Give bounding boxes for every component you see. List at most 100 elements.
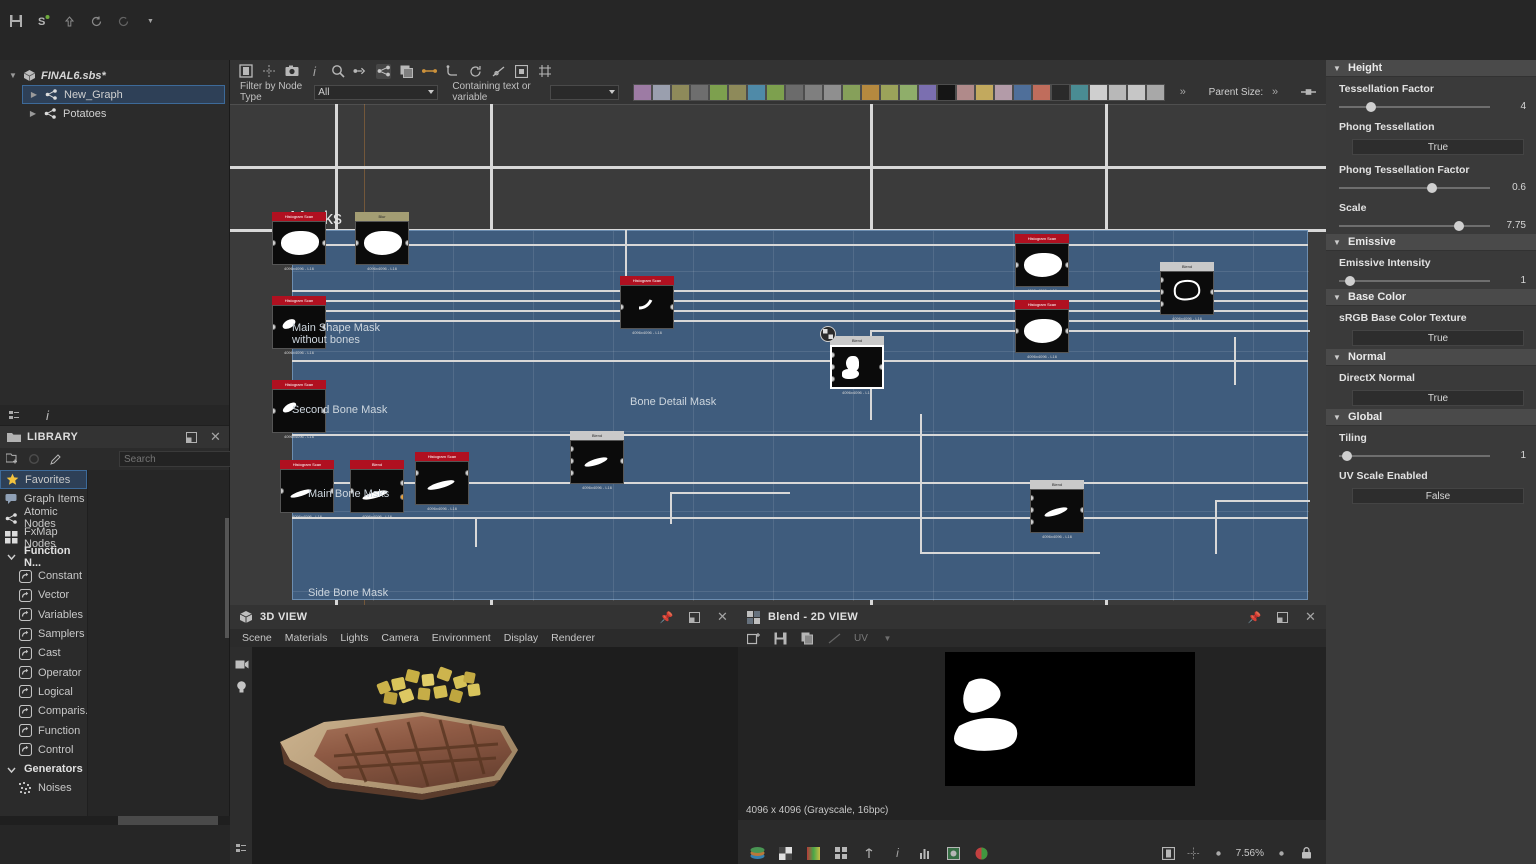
create-param-button[interactable] (1089, 84, 1108, 101)
function-graph-icon[interactable] (491, 64, 506, 79)
graph-node[interactable]: Histogram Scan 4096x4096 - L16 (620, 276, 674, 335)
rotate-icon[interactable] (468, 64, 483, 79)
view-2d-badge-icon[interactable] (820, 326, 836, 342)
node-input-pin[interactable] (570, 470, 574, 476)
node-input-pin[interactable] (415, 470, 419, 476)
edit-icon[interactable] (49, 452, 62, 467)
library-item-generators[interactable]: Generators (0, 759, 87, 778)
graph-node[interactable]: Blend 4096x4096 - L16 (1030, 480, 1084, 539)
property-slider[interactable]: 7.75 (1339, 220, 1526, 231)
slider-knob[interactable] (1427, 183, 1437, 193)
property-value[interactable]: 0.6 (1498, 182, 1526, 193)
frame-selection-icon[interactable] (238, 64, 253, 79)
slider-knob[interactable] (1454, 221, 1464, 231)
library-item-logical[interactable]: Logical (0, 682, 87, 701)
node-output-pin[interactable] (620, 458, 624, 464)
property-slider[interactable]: 0.6 (1339, 182, 1526, 193)
lock-icon[interactable] (1299, 846, 1314, 861)
pin-icon[interactable]: 📌 (1247, 610, 1262, 625)
create-curve-button[interactable] (709, 84, 728, 101)
node-output-pin[interactable] (400, 480, 404, 486)
substance-logo-icon[interactable]: S (35, 14, 50, 29)
zoom-level[interactable]: 7.56% (1236, 848, 1264, 859)
node-input-pin[interactable] (1030, 519, 1034, 525)
library-item-vector[interactable]: Vector (0, 586, 87, 605)
library-category-list[interactable]: FavoritesGraph ItemsAtomic NodesFxMap No… (0, 470, 87, 822)
new-category-icon[interactable] (6, 452, 19, 467)
menu-item-renderer[interactable]: Renderer (551, 632, 595, 644)
explorer-tab-icon[interactable] (7, 408, 22, 423)
maximize-icon[interactable] (687, 610, 702, 625)
chevron-down-icon[interactable]: ▼ (143, 14, 158, 29)
library-item-samplers[interactable]: Samplers (0, 624, 87, 643)
more-tools-icon[interactable]: » (1177, 85, 1189, 100)
node-input-pin[interactable] (355, 240, 359, 246)
pin-icon[interactable]: 📌 (659, 610, 674, 625)
slider-track[interactable] (1339, 106, 1490, 108)
property-value[interactable]: 1 (1498, 450, 1526, 461)
graph-node[interactable]: Blend 4096x4096 - L16 (570, 431, 624, 490)
search-icon[interactable] (330, 64, 345, 79)
menu-item-lights[interactable]: Lights (340, 632, 368, 644)
copy-icon[interactable] (800, 631, 815, 646)
close-icon[interactable]: ✕ (1303, 610, 1318, 625)
graph-node[interactable]: Histogram Scan 4096x4096 - L16 (1015, 234, 1069, 293)
node-output-pin[interactable] (670, 304, 674, 310)
align-grid-icon[interactable] (537, 64, 552, 79)
link-handles-icon[interactable] (1301, 85, 1316, 100)
create-fill-button[interactable] (1032, 84, 1051, 101)
node-output-pin[interactable] (879, 364, 884, 370)
tiling-icon[interactable] (834, 846, 849, 861)
library-item-comparis[interactable]: Comparis... (0, 702, 87, 721)
create-text-button[interactable] (994, 84, 1013, 101)
properties-panel[interactable]: ▼HeightTessellation Factor4Phong Tessell… (1326, 60, 1536, 864)
graph-frame-masks[interactable] (292, 230, 1308, 600)
library-results-area[interactable] (87, 470, 229, 822)
preview-icon[interactable] (514, 64, 529, 79)
node-output-pin[interactable] (1210, 289, 1214, 295)
node-input-pin[interactable] (830, 364, 835, 370)
slider-track[interactable] (1339, 225, 1490, 227)
layers-icon[interactable] (234, 841, 249, 856)
chevron-down-icon[interactable]: ▼ (1333, 64, 1342, 73)
graph-canvas[interactable]: Masks (230, 104, 1326, 605)
graph-node[interactable]: Histogram Scan 4096x4096 - L16 (1015, 300, 1069, 359)
node-input-pin[interactable] (570, 458, 574, 464)
zoom-reset-icon[interactable] (1211, 846, 1226, 861)
property-slider[interactable]: 4 (1339, 101, 1526, 112)
color-ramp-icon[interactable] (806, 846, 821, 861)
property-bool-toggle[interactable]: True (1352, 330, 1524, 346)
info-tab-icon[interactable]: i (40, 408, 55, 423)
link-creation-icon[interactable] (353, 64, 368, 79)
close-icon[interactable]: ✕ (208, 430, 223, 445)
close-icon[interactable]: ✕ (715, 610, 730, 625)
view-2d-viewport[interactable]: 4096 x 4096 (Grayscale, 16bpc) (738, 647, 1326, 820)
create-bitmap-button[interactable] (633, 84, 652, 101)
node-output-pin[interactable] (405, 240, 409, 246)
chevron-down-icon[interactable]: ▼ (880, 631, 895, 646)
menu-item-materials[interactable]: Materials (285, 632, 328, 644)
property-section-header[interactable]: ▼Height (1326, 60, 1536, 77)
pixel-info-icon[interactable] (862, 846, 877, 861)
create-frame-button[interactable] (1013, 84, 1032, 101)
graph-node[interactable]: Blend 4096x4096 - L16 (1160, 262, 1214, 321)
camera-icon[interactable] (234, 657, 249, 672)
library-item-operator[interactable]: Operator (0, 663, 87, 682)
package-row[interactable]: ▼ FINAL6.sbs* (0, 66, 229, 85)
duplicate-icon[interactable] (399, 64, 414, 79)
chevron-down-icon[interactable]: ▼ (1333, 413, 1342, 422)
node-input-pin[interactable] (272, 324, 276, 330)
create-function-button[interactable] (1051, 84, 1070, 101)
node-input-pin[interactable] (830, 376, 835, 382)
node-input-pin[interactable] (272, 408, 276, 414)
light-bulb-icon[interactable] (234, 679, 249, 694)
camera-icon[interactable] (284, 64, 299, 79)
node-input-pin[interactable] (1030, 507, 1034, 513)
library-vertical-scrollbar[interactable] (225, 518, 229, 638)
chevron-down-icon[interactable]: ▼ (1333, 238, 1342, 247)
create-fxmap-button[interactable] (1070, 84, 1089, 101)
preview-image-icon[interactable] (946, 846, 961, 861)
graph-nodes-icon[interactable] (376, 64, 391, 79)
property-slider[interactable]: 1 (1339, 275, 1526, 286)
histogram-icon[interactable] (918, 846, 933, 861)
